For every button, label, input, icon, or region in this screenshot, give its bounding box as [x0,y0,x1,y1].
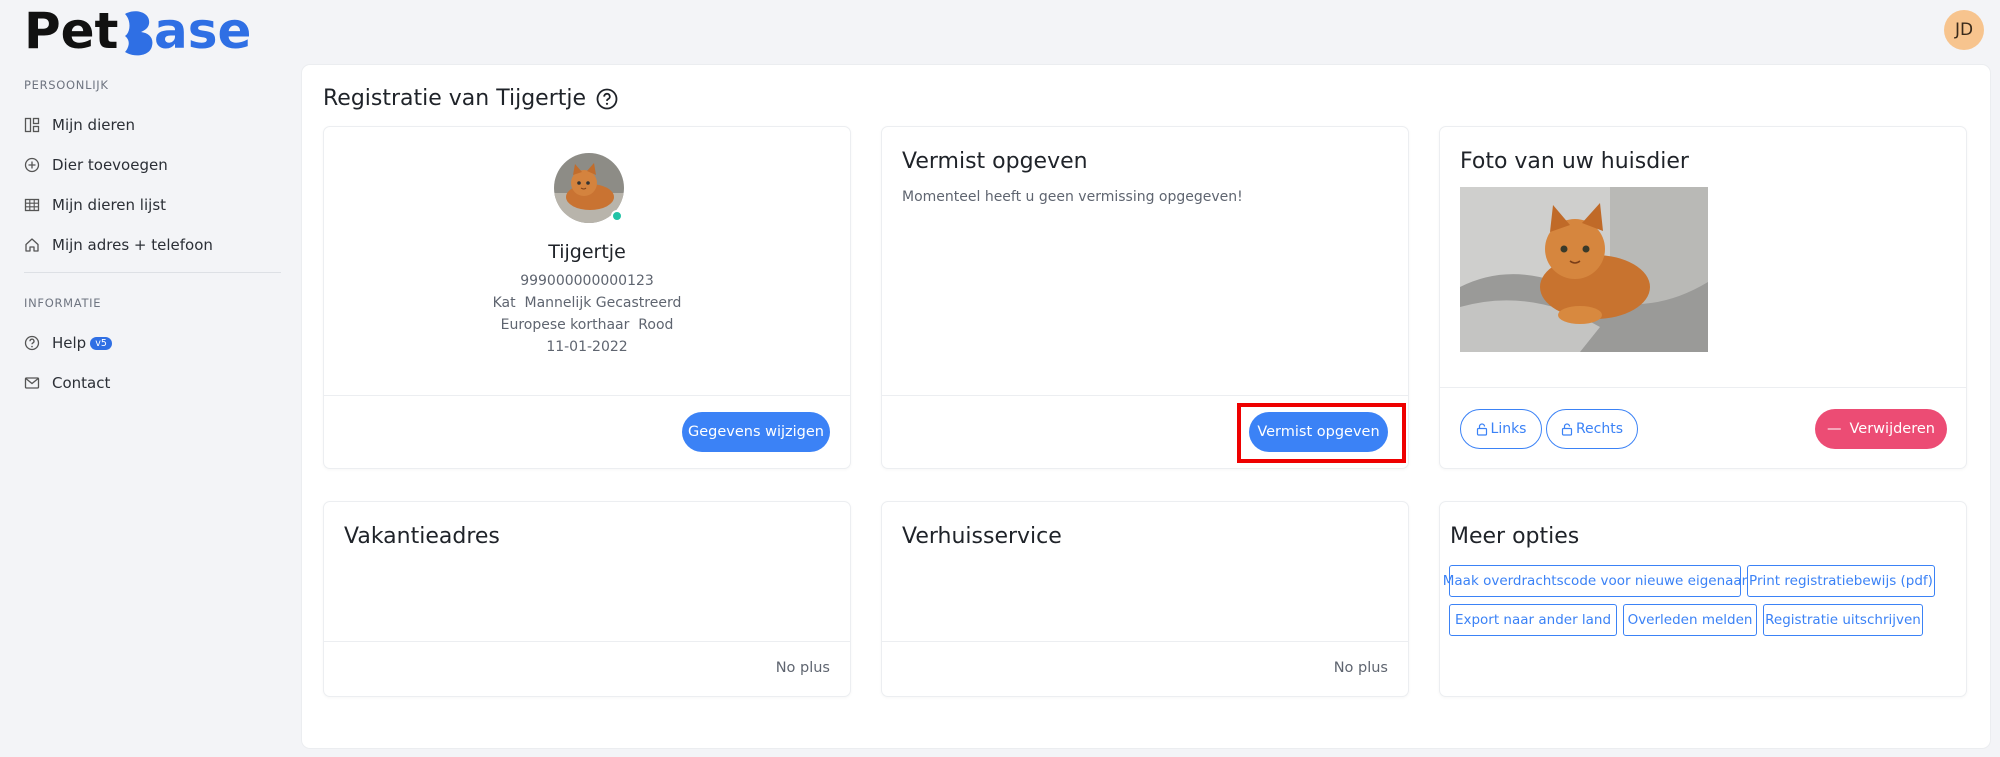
print-certificate-button[interactable]: Print registratiebewijs (pdf) [1747,565,1935,597]
pet-birthdate: 11-01-2022 [546,339,628,355]
photo-card-title: Foto van uw huisdier [1460,149,1689,174]
help-icon[interactable] [596,88,618,110]
logo-mark: Pet ase [24,2,251,60]
svg-text:ase: ase [154,2,251,60]
sidebar-section-info: INFORMATIE [24,296,102,310]
sidebar-section-personal: PERSOONLIJK [24,78,109,92]
sidebar-item-dier-toevoegen[interactable]: Dier toevoegen [24,153,168,177]
moving-card: Verhuisservice No plus [881,501,1409,697]
moving-status: No plus [1333,660,1388,676]
sidebar-item-label: Mijn adres + telefoon [52,236,213,254]
sidebar-item-label: Contact [52,374,111,392]
transfer-code-button[interactable]: Maak overdrachtscode voor nieuwe eigenaa… [1443,565,1747,597]
table-icon [24,198,40,212]
sidebar-item-label: Dier toevoegen [52,156,168,174]
card-divider [882,395,1408,396]
sidebar-divider [24,272,281,273]
sidebar-item-mijn-dieren-lijst[interactable]: Mijn dieren lijst [24,193,166,217]
unlock-icon [1476,422,1487,436]
plus-circle-icon [24,157,40,173]
rotate-left-button[interactable]: Links [1460,409,1542,449]
sidebar-item-label: Mijn dieren lijst [52,196,167,214]
edit-details-button[interactable]: Gegevens wijzigen [682,412,830,452]
unlock-icon [1561,422,1573,436]
help-circle-icon [24,335,40,351]
pet-card: Tijgertje 999000000000123 Kat Mannelijk … [323,126,851,469]
rotate-right-button[interactable]: Rechts [1546,409,1638,449]
report-missing-button[interactable]: Vermist opgeven [1249,412,1388,452]
sidebar-item-label: Help [52,334,87,352]
dashboard-icon [24,117,40,133]
page-title: Registratie van Tijgertje [323,86,618,111]
vacation-card-title: Vakantieadres [344,524,500,549]
online-status-dot [611,210,623,222]
mail-icon [24,377,40,389]
svg-text:Pet: Pet [24,2,118,60]
home-icon [25,238,39,252]
pet-chip-number: 999000000000123 [520,273,654,289]
pet-photo [1460,187,1708,352]
report-deceased-button[interactable]: Overleden melden [1623,604,1757,636]
delete-photo-button[interactable]: — Verwijderen [1815,409,1947,449]
pet-name: Tijgertje [548,241,626,263]
vacation-card: Vakantieadres No plus [323,501,851,697]
sidebar-item-mijn-dieren[interactable]: Mijn dieren [24,113,135,137]
moving-card-title: Verhuisservice [902,524,1062,549]
page-title-text: Registratie van Tijgertje [323,86,587,111]
missing-status-text: Momenteel heeft u geen vermissing opgege… [902,189,1243,205]
sidebar-item-contact[interactable]: Contact [24,371,110,395]
pet-species-line: Kat Mannelijk Gecastreerd [492,295,682,311]
rotate-left-label: Links [1490,421,1527,437]
options-card: Meer opties Maak overdrachtscode voor ni… [1439,501,1967,697]
user-avatar[interactable]: JD [1944,10,1984,50]
photo-card: Foto van uw huisdier Links Rechts — Verw… [1439,126,1967,469]
card-divider [324,395,850,396]
petbase-logo[interactable]: Pet ase [24,2,259,60]
unregister-button[interactable]: Registratie uitschrijven [1763,604,1923,636]
rotate-right-label: Rechts [1575,421,1624,437]
card-divider [324,641,850,642]
card-divider [1440,387,1966,388]
vacation-status: No plus [775,660,830,676]
missing-card-title: Vermist opgeven [902,149,1088,174]
sidebar-item-help[interactable]: Help v5 [24,331,112,355]
pet-breed-line: Europese korthaar Rood [500,317,674,333]
export-country-button[interactable]: Export naar ander land [1449,604,1617,636]
minus-icon: — [1827,421,1842,437]
card-divider [882,641,1408,642]
options-card-title: Meer opties [1450,524,1580,549]
sidebar-item-mijn-adres[interactable]: Mijn adres + telefoon [24,233,213,257]
version-badge: v5 [90,336,112,350]
delete-photo-label: Verwijderen [1849,421,1935,437]
sidebar-item-label: Mijn dieren [52,116,136,134]
